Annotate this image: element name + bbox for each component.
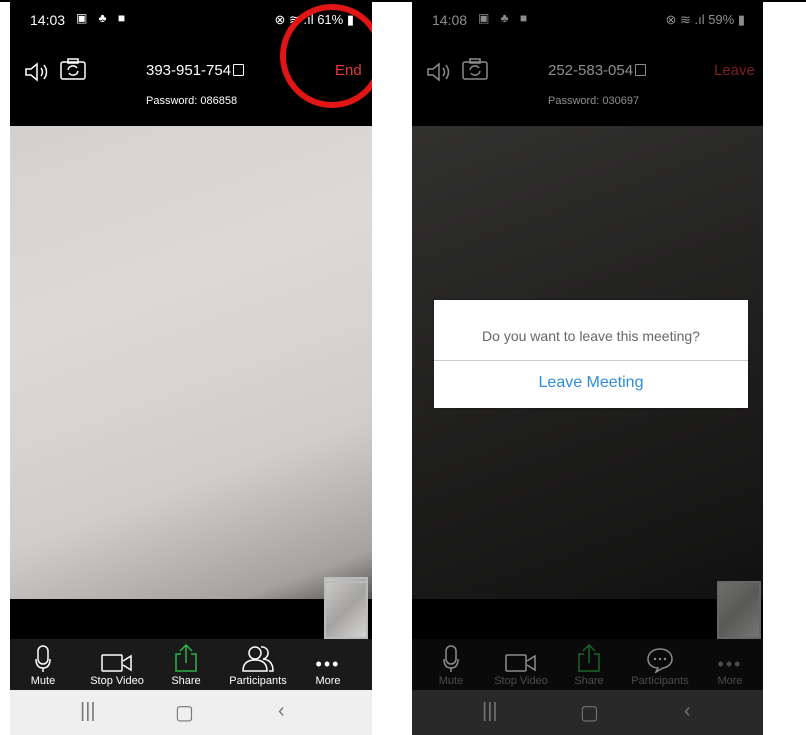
participants-icon xyxy=(242,646,274,672)
phone-right-screen: 14:08 ▣ ♣ ■ ⊗ ≋ .ıl 59% ▮ 252-583-054 Pa… xyxy=(412,2,763,735)
phone-left-screen: 14:03 ▣ ♣ ■ ⊗ ≋ .ıl 61% ▮ 393-951-754 Pa… xyxy=(10,2,372,735)
meeting-id: 252-583-054 xyxy=(548,62,647,79)
leave-meeting-button[interactable]: Leave Meeting xyxy=(434,374,748,392)
stop-video-button[interactable]: Stop Video xyxy=(486,639,556,687)
back-icon[interactable]: ‹ xyxy=(684,700,691,723)
microphone-icon xyxy=(443,645,459,672)
meeting-header: 252-583-054 Password: 030697 Leave xyxy=(412,32,763,126)
status-bar: 14:08 ▣ ♣ ■ ⊗ ≋ .ıl 59% ▮ xyxy=(412,2,763,32)
stop-video-button[interactable]: Stop Video xyxy=(82,639,152,687)
self-video-thumbnail-frame[interactable] xyxy=(324,581,368,639)
participants-label: Participants xyxy=(229,675,287,687)
status-time: 14:03 xyxy=(30,12,66,28)
participants-button[interactable]: Participants xyxy=(625,639,695,687)
mute-button[interactable]: Mute xyxy=(10,639,78,687)
video-bottom-area xyxy=(10,581,372,639)
leave-button[interactable]: Leave xyxy=(714,62,755,79)
leave-meeting-dialog: Do you want to leave this meeting? Leave… xyxy=(434,300,748,408)
video-view xyxy=(10,126,372,637)
home-icon[interactable]: ▢ xyxy=(580,700,599,725)
video-camera-icon xyxy=(101,654,132,672)
more-label: More xyxy=(315,675,341,687)
meeting-toolbar: Mute Stop Video Share Participants ••• M… xyxy=(412,639,763,690)
android-nav-bar: ||| ▢ ‹ xyxy=(412,690,763,735)
recent-apps-icon[interactable]: ||| xyxy=(80,700,96,723)
meeting-id: 393-951-754 xyxy=(146,62,245,79)
self-video-thumbnail[interactable] xyxy=(717,581,761,639)
home-icon[interactable]: ▢ xyxy=(175,700,194,725)
meeting-id-text: 252-583-054 xyxy=(548,62,634,79)
mute-label: Mute xyxy=(438,675,464,687)
stop-video-label: Stop Video xyxy=(494,675,548,687)
video-camera-icon xyxy=(505,654,536,672)
meeting-password: Password: 030697 xyxy=(548,95,640,107)
more-button[interactable]: ••• More xyxy=(293,639,363,687)
meeting-toolbar: Mute Stop Video Share Participants ••• M… xyxy=(10,639,372,690)
switch-camera-icon[interactable] xyxy=(60,57,86,81)
microphone-icon xyxy=(35,645,51,672)
share-label: Share xyxy=(171,675,201,687)
stop-video-label: Stop Video xyxy=(90,675,144,687)
recent-apps-icon[interactable]: ||| xyxy=(482,700,498,723)
android-nav-bar: ||| ▢ ‹ xyxy=(10,690,372,735)
participants-button[interactable]: Participants xyxy=(223,639,293,687)
mute-label: Mute xyxy=(30,675,56,687)
chat-bubble-icon xyxy=(647,648,673,673)
status-right: ⊗ ≋ .ıl 59% ▮ xyxy=(665,12,745,27)
participants-label: Participants xyxy=(631,675,689,687)
share-button[interactable]: Share xyxy=(554,639,624,687)
more-dots-icon: ••• xyxy=(315,654,341,674)
share-label: Share xyxy=(574,675,604,687)
back-icon[interactable]: ‹ xyxy=(278,700,285,723)
lock-icon xyxy=(233,64,245,76)
status-time: 14:08 xyxy=(432,12,468,28)
speaker-icon[interactable] xyxy=(24,62,50,82)
meeting-id-text: 393-951-754 xyxy=(146,62,232,79)
share-icon xyxy=(578,643,600,672)
video-bottom-area xyxy=(412,581,763,639)
dialog-divider xyxy=(434,360,748,361)
lock-icon xyxy=(635,64,647,76)
battery-level: 59% xyxy=(708,12,735,27)
speaker-icon[interactable] xyxy=(426,62,452,82)
more-dots-icon: ••• xyxy=(717,654,743,674)
status-icons: ▣ ♣ ■ xyxy=(478,11,532,25)
share-button[interactable]: Share xyxy=(151,639,221,687)
mute-button[interactable]: Mute xyxy=(416,639,486,687)
switch-camera-icon[interactable] xyxy=(462,57,488,81)
share-icon xyxy=(175,643,197,672)
meeting-password: Password: 086858 xyxy=(146,95,238,107)
status-icons: ▣ ♣ ■ xyxy=(76,11,130,25)
more-button[interactable]: ••• More xyxy=(695,639,763,687)
more-label: More xyxy=(717,675,743,687)
dialog-message: Do you want to leave this meeting? xyxy=(482,328,700,344)
